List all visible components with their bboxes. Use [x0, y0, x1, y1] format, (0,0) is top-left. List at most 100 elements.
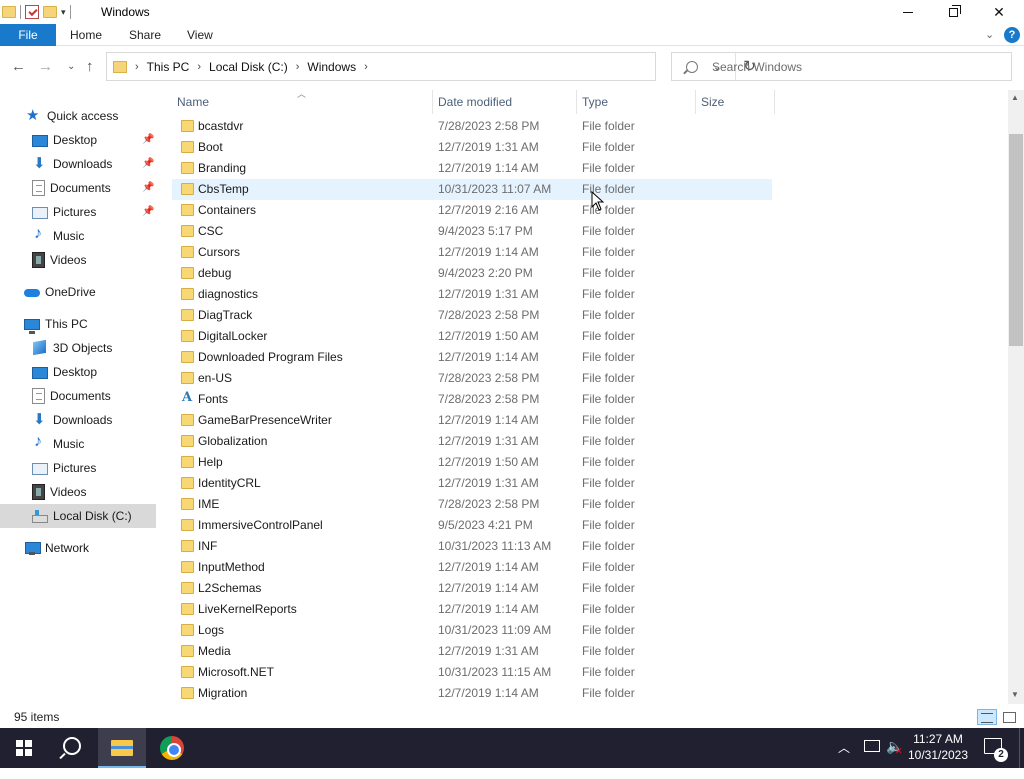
- sidebar-item-network[interactable]: Network: [0, 536, 156, 560]
- sidebar-item-music[interactable]: Music: [0, 224, 156, 248]
- file-row[interactable]: GameBarPresenceWriter 12/7/2019 1:14 AM Fi…: [172, 410, 772, 431]
- start-button[interactable]: [0, 728, 48, 768]
- file-row[interactable]: LiveKernelReports 12/7/2019 1:14 AM File f…: [172, 599, 772, 620]
- forward-arrow-icon[interactable]: →: [38, 58, 53, 75]
- sidebar-item-videos[interactable]: Videos: [0, 480, 156, 504]
- breadcrumb-separator[interactable]: ›: [135, 61, 139, 73]
- tab-view[interactable]: View: [187, 24, 213, 46]
- chrome-icon[interactable]: [148, 728, 196, 768]
- sidebar-item-desktop[interactable]: Desktop: [0, 360, 156, 384]
- breadcrumb-separator[interactable]: ›: [296, 61, 300, 73]
- file-row[interactable]: Branding 12/7/2019 1:14 AM File folder: [172, 158, 772, 179]
- file-row[interactable]: INF 10/31/2023 11:13 AM File folder: [172, 536, 772, 557]
- file-row[interactable]: Logs 10/31/2023 11:09 AM File folder: [172, 620, 772, 641]
- tab-file[interactable]: File: [0, 24, 56, 46]
- network-status-icon[interactable]: [864, 740, 880, 752]
- file-row[interactable]: en-US 7/28/2023 2:58 PM File folder: [172, 368, 772, 389]
- search-input[interactable]: [712, 59, 992, 74]
- sidebar-item-this-pc[interactable]: This PC: [0, 312, 156, 336]
- breadcrumb-windows[interactable]: Windows: [307, 60, 356, 74]
- sidebar-item-3d-objects[interactable]: 3D Objects: [0, 336, 156, 360]
- breadcrumb-separator[interactable]: ›: [364, 61, 368, 73]
- file-row[interactable]: ImmersiveControlPanel 9/5/2023 4:21 PM Fil…: [172, 515, 772, 536]
- sidebar-item-pictures[interactable]: Pictures 📌: [0, 200, 156, 224]
- column-divider[interactable]: [695, 90, 696, 114]
- sidebar-item-documents[interactable]: Documents: [0, 384, 156, 408]
- sidebar-item-local-disk[interactable]: Local Disk (C:): [0, 504, 156, 528]
- close-button[interactable]: ✕: [976, 0, 1022, 24]
- sidebar-item-videos[interactable]: Videos: [0, 248, 156, 272]
- clock[interactable]: 11:27 AM 10/31/2023: [905, 731, 971, 763]
- sidebar-item-downloads[interactable]: Downloads 📌: [0, 152, 156, 176]
- file-explorer-icon[interactable]: [98, 728, 146, 768]
- search-icon[interactable]: [48, 728, 96, 768]
- properties-icon[interactable]: [25, 5, 39, 19]
- file-row[interactable]: Globalization 12/7/2019 1:31 AM File folde…: [172, 431, 772, 452]
- file-row[interactable]: Downloaded Program Files 12/7/2019 1:14 A…: [172, 347, 772, 368]
- pin-icon[interactable]: 📌: [142, 206, 154, 217]
- sidebar-item-pictures[interactable]: Pictures: [0, 456, 156, 480]
- pin-icon[interactable]: 📌: [142, 182, 154, 193]
- file-row[interactable]: InputMethod 12/7/2019 1:14 AM File folder: [172, 557, 772, 578]
- breadcrumb-this-pc[interactable]: This PC: [147, 60, 190, 74]
- help-icon[interactable]: ?: [1004, 27, 1020, 43]
- file-row[interactable]: debug 9/4/2023 2:20 PM File folder: [172, 263, 772, 284]
- recent-locations-chevron-icon[interactable]: ⌄: [67, 61, 75, 72]
- file-row[interactable]: Fonts 7/28/2023 2:58 PM File folder: [172, 389, 772, 410]
- new-folder-icon[interactable]: [43, 6, 57, 18]
- file-row[interactable]: DigitalLocker 12/7/2019 1:50 AM File folde…: [172, 326, 772, 347]
- breadcrumb-local-disk[interactable]: Local Disk (C:): [209, 60, 288, 74]
- maximize-button[interactable]: [930, 0, 976, 24]
- sidebar-item-desktop[interactable]: Desktop 📌: [0, 128, 156, 152]
- file-row[interactable]: Cursors 12/7/2019 1:14 AM File folder: [172, 242, 772, 263]
- column-divider[interactable]: [774, 90, 775, 114]
- file-row[interactable]: bcastdvr 7/28/2023 2:58 PM File folder: [172, 116, 772, 137]
- scroll-down-arrow-icon[interactable]: ▼: [1011, 690, 1019, 699]
- column-divider[interactable]: [432, 90, 433, 114]
- sidebar-item-documents[interactable]: Documents 📌: [0, 176, 156, 200]
- sidebar-item-onedrive[interactable]: OneDrive: [0, 280, 156, 304]
- tab-home[interactable]: Home: [70, 24, 102, 46]
- file-row[interactable]: Migration 12/7/2019 1:14 AM File folder: [172, 683, 772, 704]
- file-row[interactable]: IME 7/28/2023 2:58 PM File folder: [172, 494, 772, 515]
- scrollbar-thumb[interactable]: [1009, 134, 1023, 346]
- file-row[interactable]: CbsTemp 10/31/2023 11:07 AM File folder: [172, 179, 772, 200]
- column-header-date-modified[interactable]: Date modified: [438, 90, 512, 114]
- column-header-size[interactable]: Size: [701, 90, 724, 114]
- up-arrow-icon[interactable]: ↑: [86, 58, 94, 75]
- show-hidden-icons-chevron-icon[interactable]: ︿: [838, 739, 850, 779]
- volume-muted-icon[interactable]: 🔈 ✕: [886, 738, 903, 778]
- file-row[interactable]: CSC 9/4/2023 5:17 PM File folder: [172, 221, 772, 242]
- sidebar-item-downloads[interactable]: Downloads: [0, 408, 156, 432]
- column-header-type[interactable]: Type: [582, 90, 608, 114]
- pin-icon[interactable]: 📌: [142, 134, 154, 145]
- file-row[interactable]: DiagTrack 7/28/2023 2:58 PM File folder: [172, 305, 772, 326]
- file-row[interactable]: Containers 12/7/2019 2:16 AM File folder: [172, 200, 772, 221]
- file-row[interactable]: Boot 12/7/2019 1:31 AM File folder: [172, 137, 772, 158]
- sidebar-item-quick-access[interactable]: Quick access: [0, 104, 156, 128]
- sidebar-item-music[interactable]: Music: [0, 432, 156, 456]
- show-desktop-button[interactable]: [1019, 728, 1024, 768]
- file-row[interactable]: L2Schemas 12/7/2019 1:14 AM File folder: [172, 578, 772, 599]
- address-bar[interactable]: › This PC › Local Disk (C:) › Windows › …: [106, 52, 756, 81]
- back-arrow-icon[interactable]: ←: [11, 58, 26, 75]
- breadcrumb-separator[interactable]: ›: [197, 61, 201, 73]
- file-row[interactable]: Help 12/7/2019 1:50 AM File folder: [172, 452, 772, 473]
- scroll-up-arrow-icon[interactable]: ▲: [1011, 93, 1019, 102]
- file-row[interactable]: Microsoft.NET 10/31/2023 11:15 AM File fol…: [172, 662, 772, 683]
- large-icons-view-icon[interactable]: [1000, 709, 1018, 725]
- file-row[interactable]: Media 12/7/2019 1:31 AM File folder: [172, 641, 772, 662]
- toolbar-divider: [69, 5, 71, 19]
- tab-share[interactable]: Share: [129, 24, 161, 46]
- details-view-icon[interactable]: [977, 709, 997, 725]
- search-box[interactable]: [671, 52, 1012, 81]
- column-header-name[interactable]: Name: [177, 90, 209, 114]
- customize-toolbar-chevron-icon[interactable]: ▾: [61, 7, 66, 18]
- vertical-scrollbar[interactable]: ▲ ▼: [1008, 90, 1024, 704]
- file-row[interactable]: IdentityCRL 12/7/2019 1:31 AM File folder: [172, 473, 772, 494]
- pin-icon[interactable]: 📌: [142, 158, 154, 169]
- file-row[interactable]: diagnostics 12/7/2019 1:31 AM File folder: [172, 284, 772, 305]
- minimize-button[interactable]: [885, 0, 931, 24]
- expand-ribbon-chevron-icon[interactable]: ⌄: [985, 28, 994, 41]
- column-divider[interactable]: [576, 90, 577, 114]
